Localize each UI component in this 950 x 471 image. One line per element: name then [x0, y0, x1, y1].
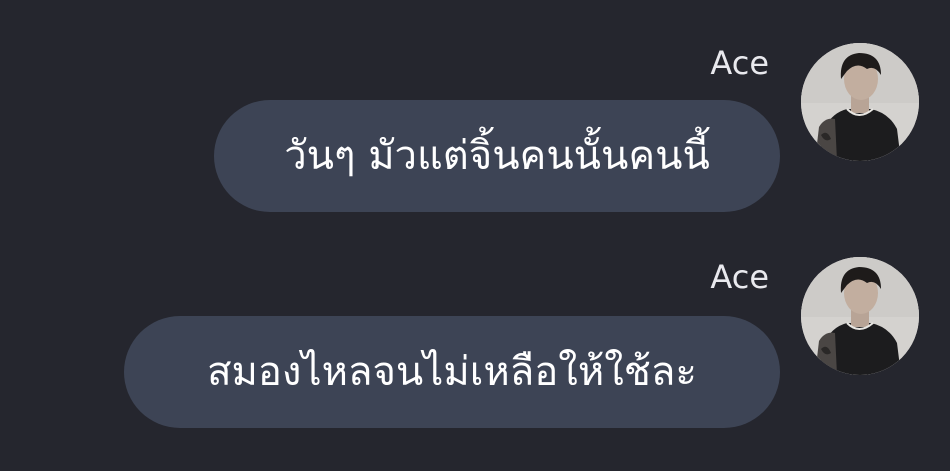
avatar-image: [801, 43, 919, 161]
sender-name: Ace: [710, 44, 769, 82]
message-bubble[interactable]: สมองไหลจนไม่เหลือให้ใช้ละ: [124, 316, 780, 428]
avatar[interactable]: [801, 257, 919, 375]
avatar[interactable]: [801, 43, 919, 161]
sender-name: Ace: [710, 258, 769, 296]
avatar-image: [801, 257, 919, 375]
message-bubble[interactable]: วันๆ มัวแต่จิ้นคนนั้นคนนี้: [214, 100, 780, 212]
